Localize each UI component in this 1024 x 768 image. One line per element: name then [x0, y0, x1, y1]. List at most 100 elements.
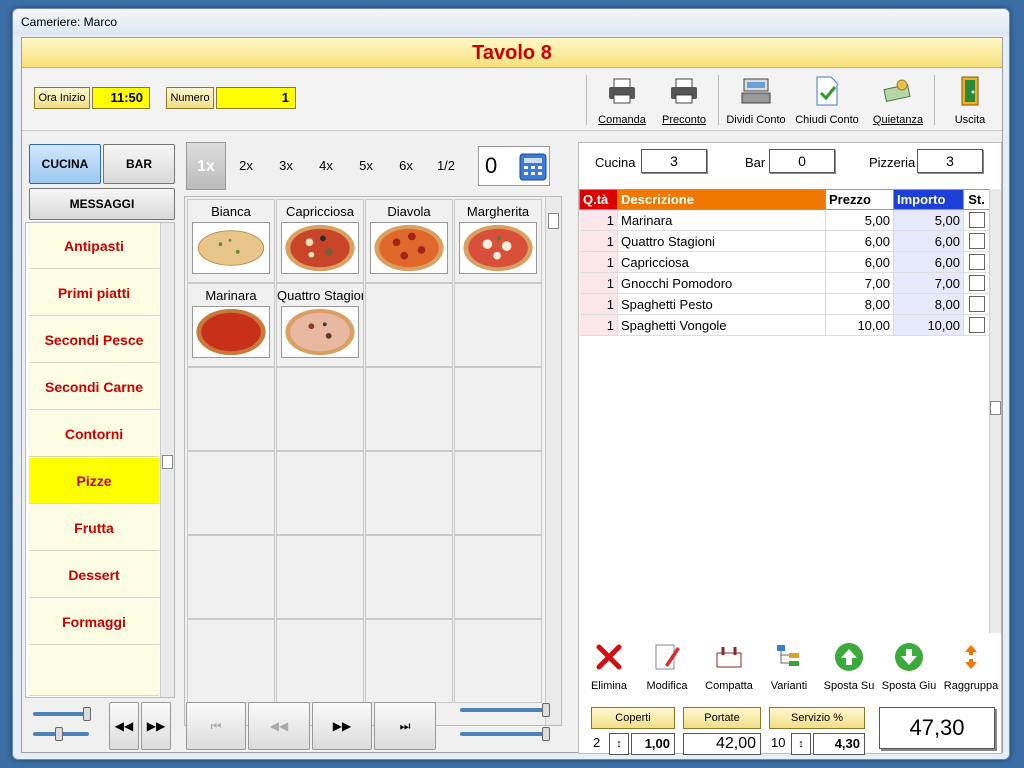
focaccia-image — [192, 222, 270, 274]
pizza-image — [370, 222, 448, 274]
scroll-thumb[interactable] — [162, 455, 173, 469]
window-title: Cameriere: Marco — [13, 9, 1009, 35]
prev-page-button[interactable]: ◀◀ — [248, 702, 310, 750]
sposta-su-button[interactable]: Sposta Su — [819, 637, 879, 697]
zoom-slider-2[interactable] — [460, 732, 550, 736]
tab-cucina[interactable]: CUCINA — [29, 144, 101, 184]
pizza-image — [281, 306, 359, 358]
zoom-slider-1[interactable] — [460, 708, 550, 712]
last-page-button[interactable]: ⏭ — [374, 702, 436, 750]
printer-icon — [671, 78, 697, 104]
row-checkbox[interactable] — [968, 296, 985, 312]
comanda-button[interactable]: Comanda — [594, 73, 650, 127]
category-antipasti[interactable]: Antipasti — [29, 223, 159, 269]
tab-messaggi[interactable]: MESSAGGI — [29, 188, 175, 220]
row-checkbox[interactable] — [968, 254, 985, 270]
compatta-label: Compatta — [705, 680, 753, 692]
varianti-button[interactable]: Varianti — [759, 637, 819, 697]
coperti-count: 2 — [593, 735, 601, 750]
elimina-button[interactable]: Elimina — [579, 637, 639, 697]
qty-6x-button[interactable]: 6x — [386, 142, 426, 190]
category-contorni[interactable]: Contorni — [29, 411, 159, 457]
coperti-stepper[interactable]: ↕ — [609, 733, 629, 755]
pizza-image — [281, 222, 359, 274]
raggruppa-button[interactable]: Raggruppa — [941, 637, 1001, 697]
table-row[interactable]: 1 Quattro Stagioni 6,00 6,00 — [579, 230, 990, 252]
table-row[interactable]: 1 Gnocchi Pomodoro 7,00 7,00 — [579, 272, 990, 294]
cucina-count-value: 3 — [641, 149, 707, 173]
dividi-conto-button[interactable]: Dividi Conto — [724, 73, 788, 127]
elimina-label: Elimina — [590, 680, 628, 692]
chiudi-conto-button[interactable]: Chiudi Conto — [794, 73, 860, 127]
product-quattro-stagioni[interactable]: Quattro Stagioni — [276, 283, 364, 367]
qty-input[interactable]: 0 — [478, 146, 550, 186]
row-prezzo: 7,00 — [825, 272, 894, 294]
dividi-conto-label: Dividi Conto — [726, 114, 786, 126]
quietanza-button[interactable]: Quietanza — [868, 73, 928, 127]
qty-half-button[interactable]: 1/2 — [426, 142, 466, 190]
row-checkbox[interactable] — [968, 275, 985, 291]
row-prezzo: 6,00 — [825, 251, 894, 273]
modifica-button[interactable]: Modifica — [637, 637, 697, 697]
quietanza-label: Quietanza — [872, 114, 924, 126]
col-importo: Importo — [893, 189, 964, 210]
category-frutta[interactable]: Frutta — [29, 505, 159, 551]
product-bianca[interactable]: Bianca — [187, 199, 275, 283]
slider-thumb[interactable] — [83, 707, 91, 721]
pizza-image — [459, 222, 537, 274]
category-primi-piatti[interactable]: Primi piatti — [29, 270, 159, 316]
qty-3x-button[interactable]: 3x — [266, 142, 306, 190]
product-capricciosa[interactable]: Capricciosa — [276, 199, 364, 283]
row-prezzo: 6,00 — [825, 230, 894, 252]
product-diavola[interactable]: Diavola — [365, 199, 453, 283]
slider-thumb[interactable] — [55, 727, 63, 741]
product-slot-empty — [454, 283, 542, 367]
sposta-giu-button[interactable]: Sposta Giu — [879, 637, 939, 697]
next-page-button[interactable]: ▶▶ — [312, 702, 372, 750]
row-st — [963, 272, 990, 294]
category-secondi-carne[interactable]: Secondi Carne — [29, 364, 159, 410]
tab-bar[interactable]: BAR — [103, 144, 175, 184]
qty-2x-button[interactable]: 2x — [226, 142, 266, 190]
table-row[interactable]: 1 Marinara 5,00 5,00 — [579, 209, 990, 231]
category-secondi-pesce[interactable]: Secondi Pesce — [29, 317, 159, 363]
product-name: Quattro Stagioni — [277, 288, 363, 303]
qty-4x-button[interactable]: 4x — [306, 142, 346, 190]
table-row[interactable]: 1 Spaghetti Pesto 8,00 8,00 — [579, 293, 990, 315]
table-row[interactable]: 1 Capricciosa 6,00 6,00 — [579, 251, 990, 273]
col-st: St. — [963, 189, 990, 210]
first-page-button[interactable]: ⏮ — [186, 702, 246, 750]
category-scrollbar[interactable] — [160, 223, 174, 697]
compatta-button[interactable]: Compatta — [699, 637, 759, 697]
servizio-label: Servizio % — [769, 707, 865, 729]
uscita-button[interactable]: Uscita — [946, 73, 994, 127]
slider-thumb[interactable] — [542, 703, 550, 717]
size-slider-1[interactable] — [33, 712, 89, 716]
row-checkbox[interactable] — [968, 317, 985, 333]
servizio-percent: 10 — [771, 735, 786, 750]
scroll-thumb[interactable] — [548, 213, 559, 229]
document-check-icon — [816, 76, 838, 106]
row-desc: Quattro Stagioni — [617, 230, 826, 252]
category-dessert[interactable]: Dessert — [29, 552, 159, 598]
row-checkbox[interactable] — [968, 233, 985, 249]
scroll-thumb[interactable] — [990, 401, 1001, 415]
product-scrollbar[interactable] — [545, 197, 561, 725]
row-checkbox[interactable] — [968, 212, 985, 228]
category-next-button[interactable]: ▶▶ — [141, 702, 171, 750]
category-pizze[interactable]: Pizze — [29, 458, 159, 504]
table-row[interactable]: 1 Spaghetti Vongole 10,00 10,00 — [579, 314, 990, 336]
qty-1x-button[interactable]: 1x — [186, 142, 226, 190]
calculator-icon[interactable] — [519, 153, 547, 181]
category-formaggi[interactable]: Formaggi — [29, 599, 159, 645]
preconto-button[interactable]: Preconto — [656, 73, 712, 127]
product-marinara[interactable]: Marinara — [187, 283, 275, 367]
category-prev-button[interactable]: ◀◀ — [109, 702, 139, 750]
slider-thumb[interactable] — [542, 727, 550, 741]
row-prezzo: 5,00 — [825, 209, 894, 231]
pizza-image — [192, 306, 270, 358]
product-margherita[interactable]: Margherita — [454, 199, 542, 283]
order-scrollbar[interactable] — [989, 189, 1001, 633]
servizio-stepper[interactable]: ↕ — [791, 733, 811, 755]
qty-5x-button[interactable]: 5x — [346, 142, 386, 190]
